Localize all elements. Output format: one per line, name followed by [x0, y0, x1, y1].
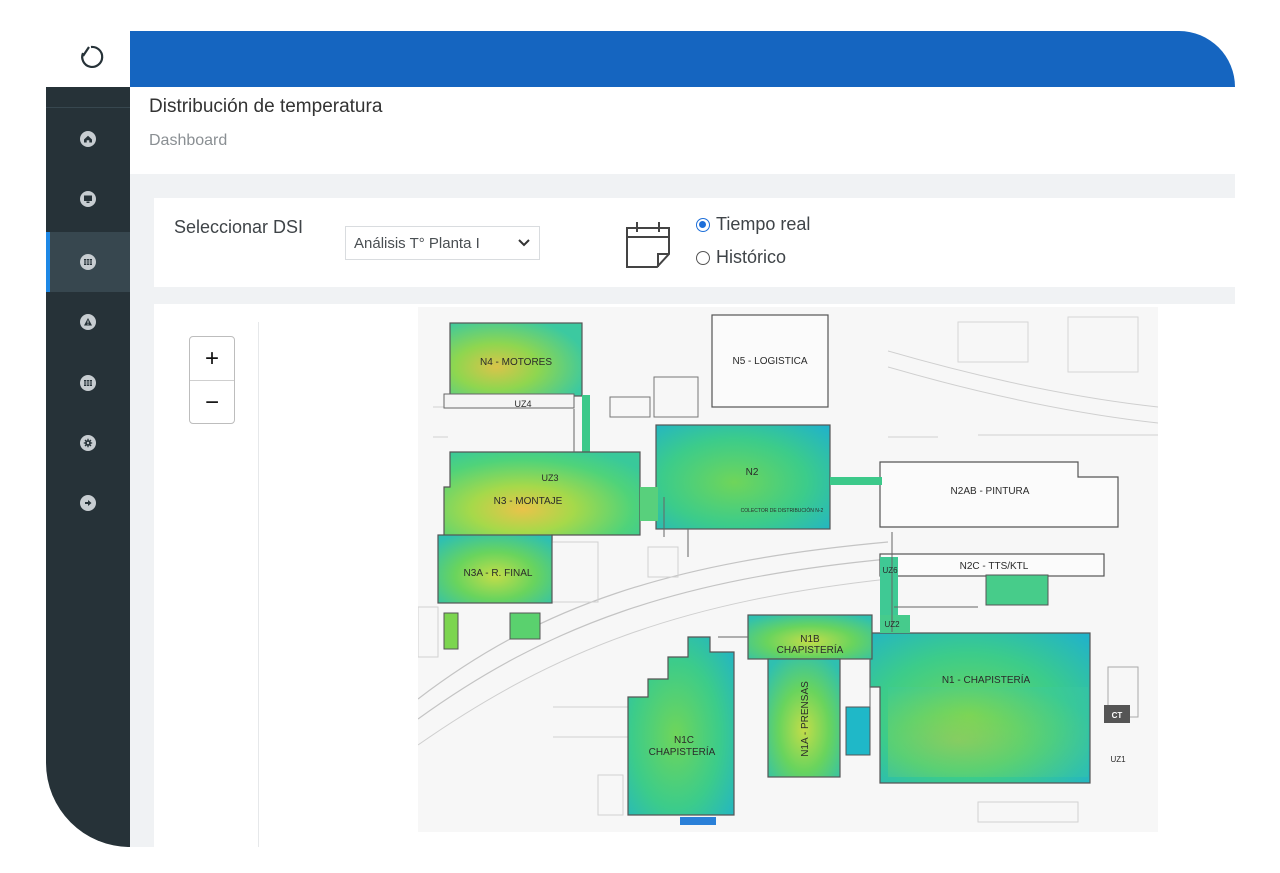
- nav-item-settings[interactable]: [46, 413, 130, 473]
- label-n3: N3 - MONTAJE: [494, 496, 563, 507]
- dsi-select-value: Análisis T° Planta I: [354, 234, 480, 252]
- select-dsi-label: Seleccionar DSI: [174, 217, 304, 237]
- label-uz2: UZ2: [884, 620, 900, 629]
- nav-item-alerts[interactable]: [46, 292, 130, 352]
- logout-icon: [80, 495, 96, 511]
- nav-item-grid[interactable]: [46, 353, 130, 413]
- breadcrumb[interactable]: Dashboard: [149, 132, 227, 150]
- zoom-in-button[interactable]: +: [190, 337, 234, 381]
- radio-historico[interactable]: Histórico: [696, 247, 786, 268]
- filter-bar: Seleccionar DSI Análisis T° Planta I Tie…: [154, 198, 1235, 287]
- gear-icon: [80, 435, 96, 451]
- nav-item-monitor[interactable]: [46, 169, 130, 229]
- top-bar: [130, 31, 1235, 87]
- nav-item-table[interactable]: [46, 232, 130, 292]
- grid-icon: [80, 375, 96, 391]
- radio-label: Tiempo real: [716, 214, 811, 234]
- sidebar: [46, 87, 130, 847]
- label-n1b-line2: CHAPISTERÍA: [777, 643, 844, 656]
- label-uz1: UZ1: [1110, 755, 1126, 764]
- label-n1: N1 - CHAPISTERÍA: [942, 673, 1031, 686]
- label-uz3: UZ3: [541, 473, 558, 483]
- label-uz4: UZ4: [514, 399, 531, 409]
- page-title: Distribución de temperatura: [149, 96, 383, 117]
- map-panel[interactable]: + − N4 - MOTORES N5 - LOGISTICA UZ4 UZ3 …: [154, 304, 1235, 847]
- radio-dot: [696, 217, 710, 232]
- radio-tiempo-real[interactable]: Tiempo real: [696, 214, 810, 235]
- zoom-control: + −: [189, 336, 235, 424]
- label-n5: N5 - LOGISTICA: [732, 356, 807, 367]
- label-n2: N2: [746, 467, 759, 478]
- label-ct: CT: [1112, 711, 1123, 720]
- chevron-down-icon: [518, 239, 530, 247]
- label-n2c: N2C - TTS/KTL: [960, 561, 1029, 572]
- label-n4: N4 - MOTORES: [480, 357, 552, 368]
- label-n1a: N1A - PRENSAS: [800, 681, 811, 757]
- nav-item-home[interactable]: [46, 109, 130, 169]
- label-uz6: UZ6: [882, 566, 898, 575]
- page-header: Distribución de temperatura Dashboard: [130, 87, 1235, 174]
- home-icon: [80, 131, 96, 147]
- table-icon: [80, 254, 96, 270]
- plant-heatmap: N4 - MOTORES N5 - LOGISTICA UZ4 UZ3 N3 -…: [418, 307, 1158, 832]
- warning-icon: [80, 314, 96, 330]
- radio-dot: [696, 250, 710, 265]
- main-content: Seleccionar DSI Análisis T° Planta I Tie…: [130, 174, 1235, 847]
- label-n1b-line1: N1B: [800, 634, 820, 645]
- zoom-out-button[interactable]: −: [190, 381, 234, 424]
- radio-label: Histórico: [716, 247, 787, 267]
- label-n1c-line2: CHAPISTERÍA: [649, 745, 716, 758]
- monitor-icon: [80, 191, 96, 207]
- calendar-icon: [626, 222, 670, 268]
- label-n2ab: N2AB - PINTURA: [951, 486, 1030, 497]
- label-n1c-line1: N1C: [674, 735, 694, 746]
- label-n3a: N3A - R. FINAL: [464, 568, 533, 579]
- app-logo-icon: [81, 45, 104, 68]
- dsi-select[interactable]: Análisis T° Planta I: [345, 226, 540, 260]
- nav-item-logout[interactable]: [46, 473, 130, 533]
- label-collector: COLECTOR DE DISTRIBUCIÓN N-2: [741, 507, 824, 514]
